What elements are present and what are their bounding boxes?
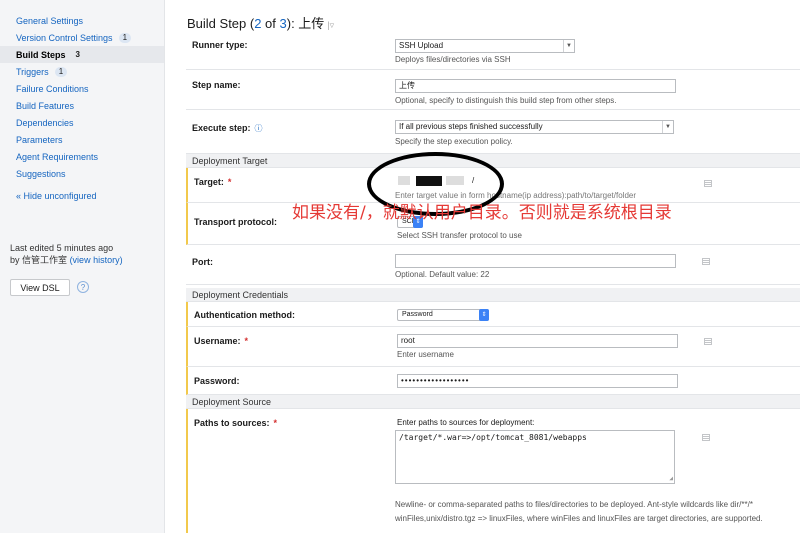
username-row: Username: * root Enter username xyxy=(186,327,800,367)
sidebar: General Settings Version Control Setting… xyxy=(0,0,165,533)
step-name-hint: Optional, specify to distinguish this bu… xyxy=(395,96,617,105)
sidebar-item-label: Version Control Settings xyxy=(16,32,113,43)
transport-protocol-label: Transport protocol: xyxy=(194,217,277,227)
sidebar-item-build-features[interactable]: Build Features xyxy=(0,97,164,114)
list-icon[interactable] xyxy=(704,338,712,345)
password-row: Password: •••••••••••••••••• xyxy=(186,367,800,395)
runner-type-value: SSH Upload xyxy=(399,41,444,50)
sidebar-item-label: Dependencies xyxy=(16,117,74,128)
step-name-row: Step name: 上传 Optional, specify to disti… xyxy=(186,70,800,110)
step-name-label: Step name: xyxy=(192,80,241,90)
sidebar-item-triggers[interactable]: Triggers 1 xyxy=(0,63,164,80)
sidebar-item-general-settings[interactable]: General Settings xyxy=(0,12,164,29)
auth-method-value: Password xyxy=(402,311,433,318)
execute-step-select[interactable]: If all previous steps finished successfu… xyxy=(395,120,674,134)
sidebar-item-label: Parameters xyxy=(16,134,63,145)
paths-label-text: Paths to sources: xyxy=(194,418,270,428)
hide-unconfigured-link[interactable]: « Hide unconfigured xyxy=(0,187,164,204)
username-input[interactable]: root xyxy=(397,334,678,348)
resize-handle-icon[interactable]: ◢ xyxy=(669,475,673,482)
section-deployment-credentials: Deployment Credentials xyxy=(186,288,800,302)
runner-type-label: Runner type: xyxy=(192,40,248,50)
sidebar-item-label: General Settings xyxy=(16,15,84,26)
last-edited-time: 5 minutes ago xyxy=(56,243,114,253)
list-icon[interactable] xyxy=(702,434,710,441)
port-row: Port: Optional. Default value: 22 xyxy=(186,245,800,285)
sidebar-item-label: Build Features xyxy=(16,100,75,111)
help-icon[interactable]: ? xyxy=(77,281,89,293)
sidebar-item-label: Suggestions xyxy=(16,168,66,179)
sidebar-item-suggestions[interactable]: Suggestions xyxy=(0,165,164,182)
paths-label: Paths to sources: * xyxy=(194,418,277,428)
auth-method-row: Authentication method: Password ⇕ xyxy=(186,302,800,327)
last-edited-prefix: Last edited xyxy=(10,243,55,253)
editor-name: 信管工作室 xyxy=(22,255,68,265)
auth-method-select[interactable]: Password ⇕ xyxy=(397,309,489,321)
sidebar-item-label: Agent Requirements xyxy=(16,151,99,162)
password-label: Password: xyxy=(194,376,240,386)
port-hint: Optional. Default value: 22 xyxy=(395,270,490,279)
title-suffix: ): 上传 xyxy=(286,16,325,31)
paths-hint-bottom-1: Newline- or comma-separated paths to fil… xyxy=(395,500,753,509)
list-icon[interactable] xyxy=(704,180,712,187)
chevron-down-icon: ▼ xyxy=(662,121,673,133)
view-dsl-button[interactable]: View DSL xyxy=(10,279,70,296)
title-dropdown-icon[interactable]: |▿ xyxy=(327,20,334,30)
help-icon[interactable]: ⓘ xyxy=(255,124,263,133)
paths-value: /target/*.war=>/opt/tomcat_8081/webapps xyxy=(399,433,587,442)
count-badge: 3 xyxy=(75,49,80,59)
count-badge: 1 xyxy=(54,66,68,77)
sidebar-item-dependencies[interactable]: Dependencies xyxy=(0,114,164,131)
paths-textarea[interactable]: /target/*.war=>/opt/tomcat_8081/webapps … xyxy=(395,430,675,484)
sidebar-nav: General Settings Version Control Setting… xyxy=(0,12,164,204)
count-badge: 1 xyxy=(118,32,132,43)
runner-type-hint: Deploys files/directories via SSH xyxy=(395,55,511,64)
username-label: Username: * xyxy=(194,336,248,346)
target-label: Target: * xyxy=(194,177,231,187)
annotation-text: 如果没有/，就默认用户目录。否则就是系统根目录 xyxy=(292,203,672,223)
chevron-down-icon: ▼ xyxy=(563,40,574,52)
main-content: Build Step (2 of 3): 上传 |▿ Runner type: S… xyxy=(165,0,800,533)
page-title: Build Step (2 of 3): 上传 |▿ xyxy=(187,13,334,32)
sidebar-item-label: Failure Conditions xyxy=(16,83,89,94)
username-hint: Enter username xyxy=(397,350,454,359)
last-edited-info: Last edited 5 minutes ago by 信管工作室 (view… xyxy=(10,242,123,266)
execute-step-row: Execute step: ⓘ If all previous steps fin… xyxy=(186,110,800,154)
execute-step-label-text: Execute step: xyxy=(192,123,251,133)
target-label-text: Target: xyxy=(194,177,224,187)
title-of: of xyxy=(261,16,280,31)
required-marker: * xyxy=(244,336,249,346)
by-prefix: by xyxy=(10,255,20,265)
port-label: Port: xyxy=(192,257,213,267)
runner-type-select[interactable]: SSH Upload ▼ xyxy=(395,39,575,53)
required-marker: * xyxy=(273,418,278,428)
runner-type-row: Runner type: SSH Upload ▼ Deploys files/… xyxy=(186,32,800,70)
paths-hint-bottom-2: winFiles,unix/distro.tgz => linuxFiles, … xyxy=(395,514,763,523)
password-input[interactable]: •••••••••••••••••• xyxy=(397,374,678,388)
sidebar-item-version-control-settings[interactable]: Version Control Settings 1 xyxy=(0,29,164,46)
username-label-text: Username: xyxy=(194,336,241,346)
transport-protocol-hint: Select SSH transfer protocol to use xyxy=(397,231,522,240)
sidebar-item-label: Triggers xyxy=(16,66,49,77)
section-deployment-source: Deployment Source xyxy=(186,395,800,409)
chevron-updown-icon: ⇕ xyxy=(479,309,489,321)
execute-step-hint: Specify the step execution policy. xyxy=(395,137,513,146)
sidebar-item-failure-conditions[interactable]: Failure Conditions xyxy=(0,80,164,97)
paths-hint-top: Enter paths to sources for deployment: xyxy=(397,418,535,427)
sidebar-item-build-steps[interactable]: Build Steps 3 xyxy=(0,46,164,63)
sidebar-item-label: Build Steps xyxy=(16,49,66,60)
execute-step-value: If all previous steps finished successfu… xyxy=(399,122,543,131)
execute-step-label: Execute step: ⓘ xyxy=(192,123,263,134)
title-prefix: Build Step ( xyxy=(187,16,255,31)
list-icon[interactable] xyxy=(702,258,710,265)
auth-method-label: Authentication method: xyxy=(194,310,295,320)
sidebar-item-agent-requirements[interactable]: Agent Requirements xyxy=(0,148,164,165)
sidebar-item-parameters[interactable]: Parameters xyxy=(0,131,164,148)
view-history-link[interactable]: (view history) xyxy=(70,255,123,265)
step-name-input[interactable]: 上传 xyxy=(395,79,676,93)
port-input[interactable] xyxy=(395,254,676,268)
title-step-total[interactable]: 3 xyxy=(280,16,287,31)
required-marker: * xyxy=(227,177,232,187)
